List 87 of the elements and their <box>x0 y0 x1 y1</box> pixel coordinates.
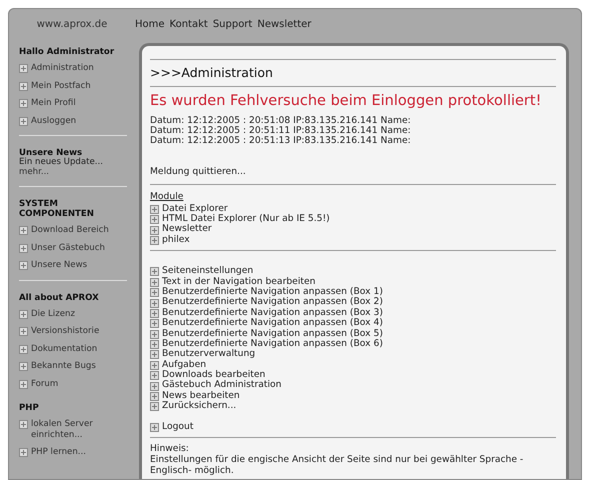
module-link[interactable]: Zurücksichern... <box>162 401 236 412</box>
sidebar-link[interactable]: Administration <box>31 63 94 74</box>
module-link[interactable]: Benutzerdefinierte Navigation anpassen (Box 2) <box>162 297 383 308</box>
news-text: Ein neues Update... <box>19 158 104 168</box>
modules-heading[interactable]: Module <box>150 192 184 202</box>
sidebar-link[interactable]: Mein Profil <box>31 98 76 108</box>
sidebar-link[interactable]: Ausloggen <box>31 116 76 126</box>
plus-box-icon <box>150 319 159 328</box>
plus-box-icon <box>150 288 159 298</box>
plus-box-icon <box>150 267 159 276</box>
acknowledge-link[interactable]: Meldung quittieren... <box>150 166 246 177</box>
module-link[interactable]: HTML Datei Explorer (Nur ab IE 5.5!) <box>162 214 330 224</box>
sidebar-link[interactable]: Download Bereich <box>31 225 109 236</box>
plus-box-icon <box>150 360 159 370</box>
log-entry: Datum: 12:12:2005 : 20:51:11 IP:83.135.216.141 Name: <box>150 126 412 136</box>
plus-box-icon <box>19 344 28 354</box>
module-link[interactable]: Newsletter <box>162 224 212 235</box>
section-title: All about APROX <box>19 292 100 302</box>
module-link[interactable]: Datei Explorer <box>162 204 228 214</box>
plus-box-icon <box>19 116 28 126</box>
plus-box-icon <box>19 99 28 108</box>
sidebar-link[interactable]: Bekannte Bugs <box>31 361 96 372</box>
hint-text: Einstellungen für die engische Ansicht der Seite sind nur bei gewählter Sprache -Englisch- möglich. <box>150 454 524 476</box>
plus-box-icon <box>150 392 159 402</box>
plus-box-icon <box>150 236 159 245</box>
module-link[interactable]: Benutzerdefinierte Navigation anpassen (Box 4) <box>162 318 383 329</box>
sidebar-link[interactable]: Versionshistorie <box>31 326 100 336</box>
hint-label: Hinweis: <box>150 443 190 454</box>
page-heading: >>>Administration <box>150 65 274 81</box>
section-title: PHP <box>19 403 40 413</box>
plus-box-icon <box>150 382 159 391</box>
module-link[interactable]: Aufgaben <box>162 360 206 370</box>
plus-box-icon <box>150 226 159 235</box>
module-link[interactable]: Text in der Navigation bearbeiten <box>162 276 316 287</box>
plus-box-icon <box>150 278 159 287</box>
plus-box-icon <box>150 204 159 214</box>
sidebar-link[interactable]: Forum <box>31 378 58 389</box>
nav-link[interactable]: Home <box>135 16 165 32</box>
plus-box-icon <box>19 420 28 429</box>
error-message: Es wurden Fehlversuche beim Einloggen protokolliert! <box>150 92 542 110</box>
plus-box-icon <box>19 362 28 371</box>
sidebar-link[interactable]: Die Lizenz <box>31 308 75 319</box>
plus-box-icon <box>150 371 159 380</box>
plus-box-icon <box>19 244 28 252</box>
sidebar-link[interactable]: Unsere News <box>31 260 88 270</box>
plus-box-icon <box>19 380 28 388</box>
sidebar-link[interactable]: lokalen Server einrichten... <box>31 419 133 440</box>
plus-box-icon <box>150 350 159 360</box>
plus-box-icon <box>150 308 159 318</box>
plus-box-icon <box>19 327 28 336</box>
module-link[interactable]: Seiteneinstellungen <box>162 266 254 277</box>
logout-link[interactable]: Logout <box>162 422 194 432</box>
sidebar-link[interactable]: Mein Postfach <box>31 80 91 91</box>
section-title: SYSTEM COMPONENTEN <box>19 199 95 219</box>
module-link[interactable]: Downloads bearbeiten <box>162 370 266 380</box>
module-link[interactable]: Benutzerdefinierte Navigation anpassen (Box 1) <box>162 286 383 298</box>
sidebar-link[interactable]: Dokumentation <box>31 344 98 354</box>
module-link[interactable]: philex <box>162 234 190 246</box>
plus-box-icon <box>19 226 28 235</box>
nav-link[interactable]: Support <box>212 16 252 32</box>
plus-box-icon <box>19 82 28 90</box>
plus-box-icon <box>19 310 28 318</box>
module-link[interactable]: Benutzerdefinierte Navigation anpassen (Box 6) <box>162 338 383 350</box>
plus-box-icon <box>150 330 159 339</box>
module-link[interactable]: Gästebuch Administration <box>162 380 282 391</box>
plus-box-icon <box>150 340 159 350</box>
section-title: Unsere News <box>19 148 82 158</box>
section-title: Hallo Administrator <box>19 47 116 57</box>
nav-link[interactable]: Newsletter <box>257 16 312 32</box>
plus-box-icon <box>19 448 28 457</box>
module-link[interactable]: Benutzerdefinierte Navigation anpassen (Box 3) <box>162 308 383 318</box>
plus-box-icon <box>19 261 28 270</box>
plus-box-icon <box>19 64 28 73</box>
nav-link[interactable]: Kontakt <box>170 16 208 32</box>
module-link[interactable]: News bearbeiten <box>162 390 240 402</box>
module-link[interactable]: Benutzerverwaltung <box>162 349 256 360</box>
plus-box-icon <box>150 215 159 224</box>
sidebar-link[interactable]: PHP lernen... <box>31 447 86 458</box>
more-link[interactable]: mehr... <box>19 168 133 177</box>
plus-box-icon <box>150 402 159 412</box>
module-link[interactable]: Benutzerdefinierte Navigation anpassen (Box 5) <box>162 328 383 339</box>
plus-box-icon <box>150 298 159 308</box>
site-name: www.aprox.de <box>36 18 108 32</box>
log-entry: Datum: 12:12:2005 : 20:51:08 IP:83.135.216.141 Name: <box>150 116 412 126</box>
log-entry: Datum: 12:12:2005 : 20:51:13 IP:83.135.216.141 Name: <box>150 136 412 146</box>
sidebar-link[interactable]: Unser Gästebuch <box>31 242 105 253</box>
plus-box-icon <box>150 422 159 432</box>
